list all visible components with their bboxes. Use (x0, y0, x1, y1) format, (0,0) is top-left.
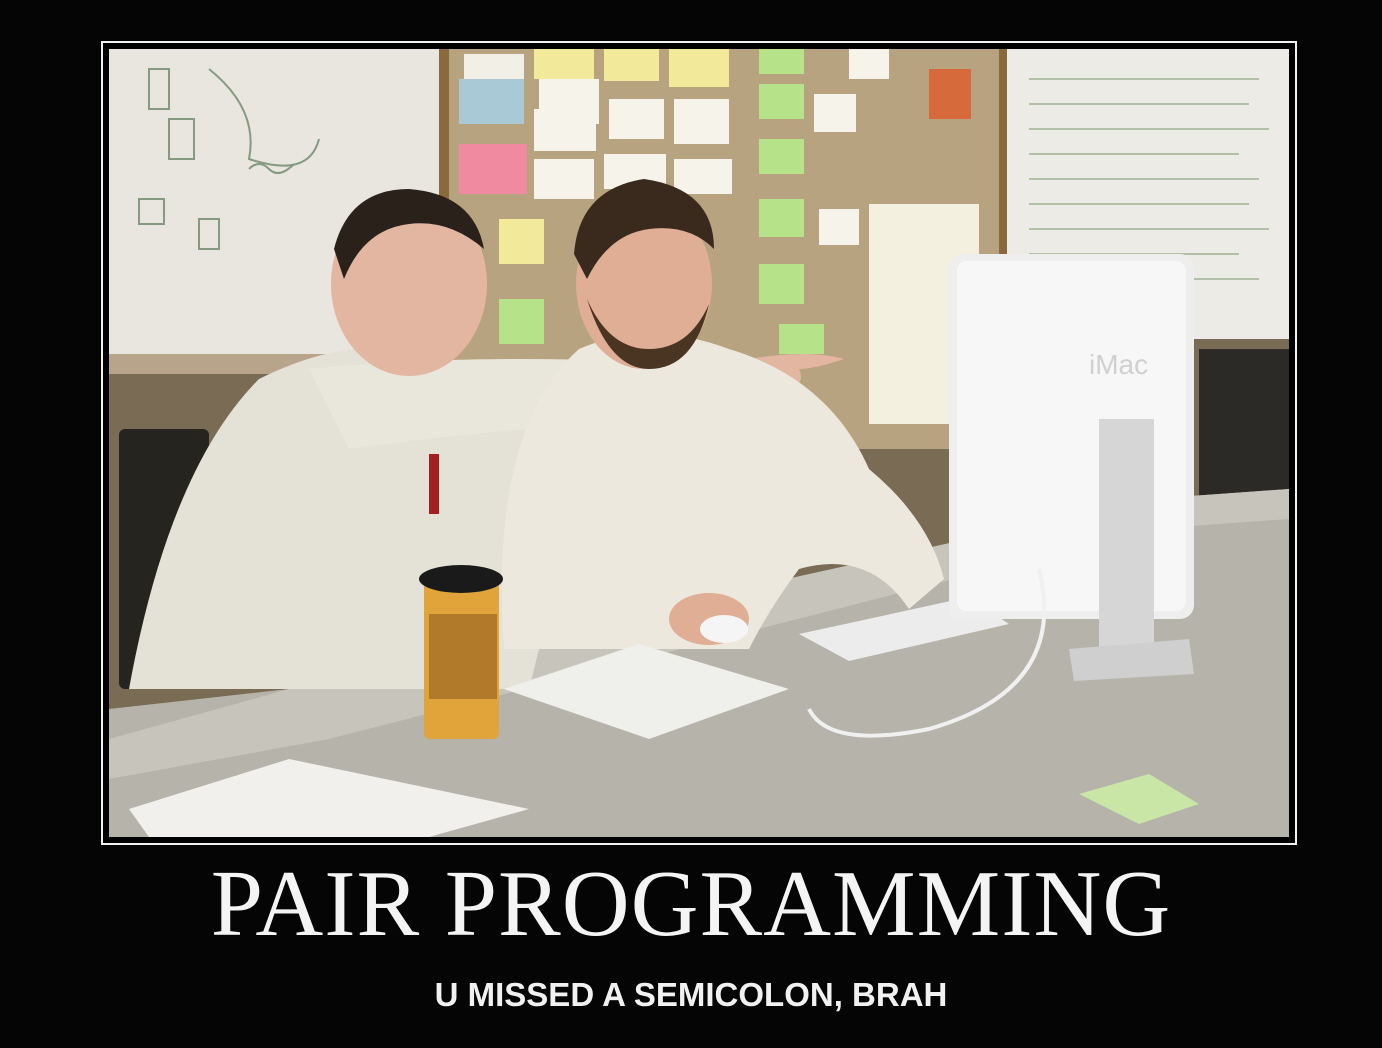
photo: iMac (109, 49, 1289, 837)
poster-title: PAIR PROGRAMMING (210, 852, 1172, 956)
imac-computer: iMac (949, 254, 1194, 681)
coffee-cup (419, 565, 503, 739)
office-scene-illustration: iMac (109, 49, 1289, 837)
photo-frame: iMac (101, 41, 1297, 845)
imac-label: iMac (1089, 349, 1148, 380)
poster-subtitle: U MISSED A SEMICOLON, BRAH (434, 976, 948, 1013)
shelf (1199, 349, 1289, 499)
motivational-poster: iMac PAIR PROGRAMMING U MISSED A SEMICOL… (0, 0, 1382, 1048)
